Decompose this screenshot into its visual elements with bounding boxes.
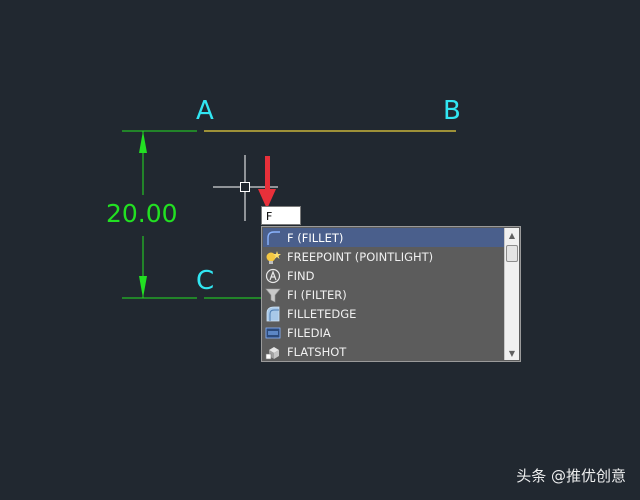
autocomplete-item-fillet[interactable]: F (FILLET) — [263, 228, 505, 247]
scrollbar-thumb[interactable] — [506, 245, 518, 262]
autocomplete-scrollbar[interactable]: ▲ ▼ — [504, 228, 519, 360]
autocomplete-item-label: FI (FILTER) — [287, 287, 347, 302]
autocomplete-item-filletedge[interactable]: FILLETEDGE — [263, 304, 505, 323]
autocomplete-item-flatshot[interactable]: FLATSHOT — [263, 342, 505, 361]
autocomplete-item-label: F (FILLET) — [287, 230, 344, 245]
scroll-down-arrow-icon[interactable]: ▼ — [505, 346, 519, 360]
autocomplete-item-label: FREEPOINT (POINTLIGHT) — [287, 249, 434, 264]
watermark-text: 头条 @推优创意 — [516, 467, 626, 485]
command-autocomplete-list[interactable]: F (FILLET) FREEPOINT (POINTLIGHT) FIND F… — [261, 226, 521, 362]
autocomplete-item-filter[interactable]: FI (FILTER) — [263, 285, 505, 304]
dimension-arrow-up — [139, 131, 147, 153]
point-label-a: A — [196, 96, 214, 126]
autocomplete-item-label: FILLETEDGE — [287, 306, 357, 321]
autocomplete-item-find[interactable]: FIND — [263, 266, 505, 285]
red-arrow-icon — [258, 156, 276, 209]
dimension-value-text: 20.00 — [106, 199, 178, 228]
point-label-c: C — [196, 266, 215, 296]
point-light-icon — [266, 250, 281, 264]
fillet-icon — [267, 230, 280, 245]
dimension-arrow-down — [139, 276, 147, 298]
autocomplete-item-label: FIND — [287, 268, 315, 283]
fillet-edge-icon — [266, 306, 280, 321]
autocomplete-item-freepoint[interactable]: FREEPOINT (POINTLIGHT) — [263, 247, 505, 266]
flatshot-icon — [265, 346, 279, 359]
autocomplete-item-filedia[interactable]: FILEDIA — [263, 323, 505, 342]
scroll-up-arrow-icon[interactable]: ▲ — [505, 228, 519, 242]
file-dialog-icon — [265, 327, 281, 338]
point-label-b: B — [443, 96, 461, 126]
autocomplete-item-label: FLATSHOT — [287, 344, 347, 359]
autocomplete-item-label: FILEDIA — [287, 325, 331, 340]
find-icon — [265, 268, 281, 283]
filter-funnel-icon — [265, 288, 281, 302]
dynamic-command-input[interactable] — [261, 206, 301, 225]
